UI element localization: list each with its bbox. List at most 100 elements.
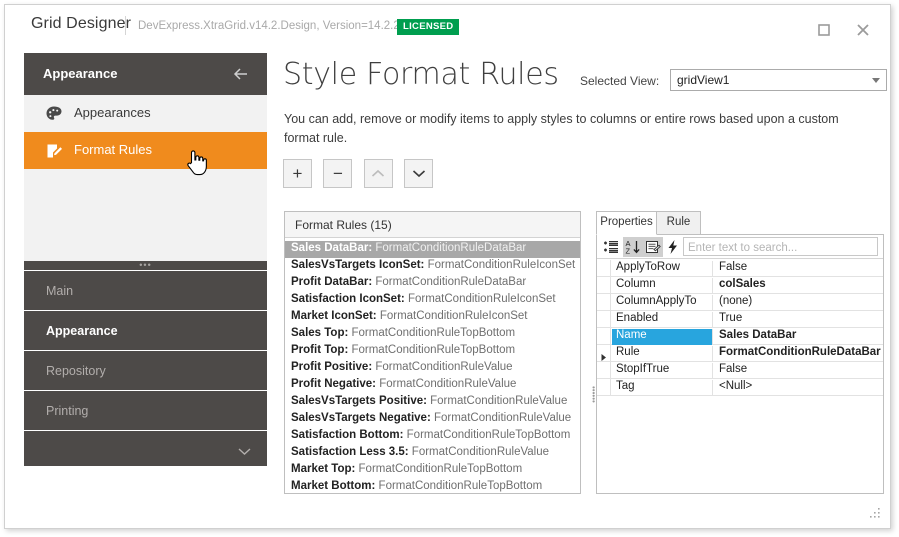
- sidebar-item-format-rules[interactable]: Format Rules: [24, 132, 267, 169]
- format-rule-name: Sales Top:: [291, 327, 349, 339]
- chevron-up-icon: [365, 160, 392, 187]
- format-rule-row[interactable]: Satisfaction Less 3.5: FormatConditionRu…: [285, 445, 580, 462]
- selected-view-combobox[interactable]: gridView1: [670, 69, 887, 91]
- format-rule-type: FormatConditionRuleValue: [430, 412, 572, 424]
- add-rule-button[interactable]: +: [283, 159, 312, 188]
- arrow-left-icon[interactable]: [231, 64, 251, 84]
- page-description: You can add, remove or modify items to a…: [284, 112, 839, 145]
- format-rule-row[interactable]: Satisfaction Bottom: FormatConditionRule…: [285, 428, 580, 445]
- property-row[interactable]: StopIfTrue False: [597, 362, 883, 379]
- format-rule-type: FormatConditionRuleTopBottom: [348, 344, 516, 356]
- categorized-icon[interactable]: [601, 237, 621, 257]
- move-up-button[interactable]: [363, 159, 393, 188]
- format-rule-row[interactable]: Sales Top: FormatConditionRuleTopBottom: [285, 326, 580, 343]
- properties-grid[interactable]: ApplyToRow False Column colSales ColumnApply…: [597, 260, 883, 396]
- tab-properties[interactable]: Properties: [596, 211, 657, 235]
- format-rule-name: Profit DataBar:: [291, 276, 373, 288]
- sidebar-item-label: Format Rules: [74, 142, 153, 157]
- sidebar-nav-appearance[interactable]: Appearance: [24, 310, 267, 350]
- expand-arrow-icon[interactable]: [600, 349, 608, 361]
- format-rule-row[interactable]: Profit Positive: FormatConditionRuleValu…: [285, 360, 580, 377]
- property-name: Enabled: [612, 312, 713, 328]
- format-rule-row[interactable]: Satisfaction IconSet: FormatConditionRul…: [285, 292, 580, 309]
- selected-view-label: Selected View:: [580, 74, 660, 88]
- alphabetical-sort-icon[interactable]: A Z: [623, 237, 643, 257]
- content-area: Style Format Rules Selected View: gridVi…: [283, 53, 887, 510]
- sidebar-item-label: Appearances: [74, 105, 151, 120]
- format-rule-type: FormatConditionRuleDataBar: [372, 276, 527, 288]
- property-row[interactable]: Enabled True: [597, 311, 883, 328]
- properties-panel: Properties Rule A Z Enter text to search…: [596, 211, 884, 494]
- sidebar-nav-more-button[interactable]: [24, 430, 267, 466]
- sidebar-header: Appearance: [24, 53, 267, 95]
- selected-view-value: gridView1: [677, 73, 730, 87]
- format-rule-name: Sales DataBar:: [291, 242, 373, 254]
- format-rule-row[interactable]: SalesVsTargets IconSet: FormatConditionR…: [285, 258, 580, 275]
- resize-grip-icon[interactable]: [867, 506, 883, 522]
- format-rule-type: FormatConditionRuleValue: [426, 395, 568, 407]
- format-rule-name: Profit Negative:: [291, 378, 376, 390]
- property-row[interactable]: Tag <Null>: [597, 379, 883, 396]
- format-rule-row[interactable]: Market Top: FormatConditionRuleTopBottom: [285, 462, 580, 479]
- format-rule-row[interactable]: Profit Top: FormatConditionRuleTopBottom: [285, 343, 580, 360]
- panel-splitter[interactable]: ••••••: [588, 211, 598, 494]
- property-value[interactable]: True: [714, 312, 883, 328]
- search-input[interactable]: [684, 239, 877, 257]
- format-rule-row[interactable]: SalesVsTargets Positive: FormatCondition…: [285, 394, 580, 411]
- property-row[interactable]: ColumnApplyTo (none): [597, 294, 883, 311]
- format-rules-list[interactable]: Sales DataBar: FormatConditionRuleDataBa…: [285, 238, 580, 496]
- property-name: Tag: [612, 380, 713, 396]
- property-value[interactable]: Sales DataBar: [714, 329, 883, 345]
- format-rule-row[interactable]: Market Bottom: FormatConditionRuleTopBot…: [285, 479, 580, 496]
- property-row[interactable]: Name Sales DataBar: [597, 328, 883, 345]
- sidebar-nav-main[interactable]: Main: [24, 270, 267, 310]
- format-rule-row[interactable]: Sales DataBar: FormatConditionRuleDataBa…: [285, 241, 580, 258]
- tab-rule[interactable]: Rule: [656, 211, 701, 235]
- splitter-dots-icon: ••••••: [589, 386, 598, 403]
- format-rule-name: Market IconSet:: [291, 310, 377, 322]
- property-name: ApplyToRow: [612, 261, 713, 277]
- maximize-icon[interactable]: [811, 19, 837, 41]
- remove-rule-button[interactable]: −: [323, 159, 353, 188]
- property-value[interactable]: False: [714, 261, 883, 277]
- sidebar-nav-label: Appearance: [46, 324, 118, 338]
- sidebar-splitter-handle[interactable]: •••: [24, 261, 267, 270]
- format-rule-row[interactable]: Profit Negative: FormatConditionRuleValu…: [285, 377, 580, 394]
- rules-toolbar: + −: [283, 159, 440, 188]
- property-row[interactable]: Rule FormatConditionRuleDataBar: [597, 345, 883, 362]
- property-value[interactable]: FormatConditionRuleDataBar: [714, 346, 883, 362]
- sidebar-item-appearances[interactable]: Appearances: [24, 95, 267, 132]
- property-value[interactable]: colSales: [714, 278, 883, 294]
- property-value[interactable]: (none): [714, 295, 883, 311]
- property-gutter: [597, 379, 611, 395]
- format-rule-name: Profit Top:: [291, 344, 349, 356]
- properties-page-icon[interactable]: [643, 237, 663, 257]
- format-rule-name: SalesVsTargets Positive:: [291, 395, 427, 407]
- svg-text:Z: Z: [626, 247, 631, 255]
- property-row[interactable]: ApplyToRow False: [597, 260, 883, 277]
- chevron-down-icon: [238, 443, 251, 461]
- events-lightning-icon[interactable]: [663, 237, 683, 257]
- property-value[interactable]: False: [714, 363, 883, 379]
- close-icon[interactable]: [850, 19, 876, 41]
- format-rule-name: SalesVsTargets Negative:: [291, 412, 431, 424]
- property-name: Rule: [612, 346, 713, 362]
- properties-body: A Z Enter text to search... ApplyToRow F…: [596, 234, 884, 494]
- sidebar-nav-repository[interactable]: Repository: [24, 350, 267, 390]
- property-value[interactable]: <Null>: [714, 380, 883, 396]
- property-row[interactable]: Column colSales: [597, 277, 883, 294]
- app-title: Grid Designer: [31, 15, 132, 32]
- format-rule-row[interactable]: Profit DataBar: FormatConditionRuleDataB…: [285, 275, 580, 292]
- property-gutter: [597, 294, 611, 310]
- move-down-button[interactable]: [404, 159, 434, 188]
- sidebar-nav-printing[interactable]: Printing: [24, 390, 267, 430]
- format-rule-name: Market Top:: [291, 463, 356, 475]
- format-rule-name: Satisfaction Less 3.5:: [291, 446, 409, 458]
- format-rule-row[interactable]: SalesVsTargets Negative: FormatCondition…: [285, 411, 580, 428]
- grid-designer-window: Grid Designer DevExpress.XtraGrid.v14.2.…: [4, 4, 891, 529]
- license-badge: LICENSED: [397, 19, 460, 35]
- format-rule-row[interactable]: Market IconSet: FormatConditionRuleIconS…: [285, 309, 580, 326]
- tab-label: Properties: [600, 216, 653, 228]
- properties-search-box[interactable]: [683, 237, 878, 257]
- sidebar-empty-space: [24, 169, 267, 261]
